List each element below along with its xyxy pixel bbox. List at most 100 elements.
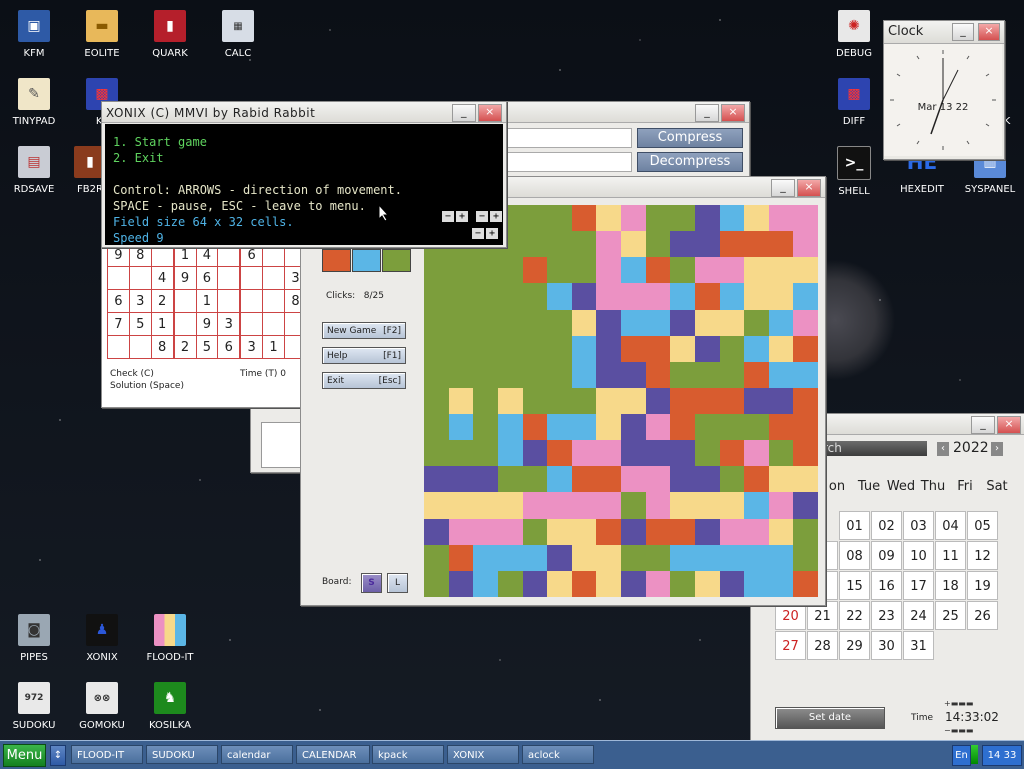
board-small-button[interactable]: S (361, 573, 382, 593)
palette-color-button[interactable] (322, 249, 351, 272)
desktop-icon-shell[interactable]: >_ SHELL (820, 146, 888, 197)
sudoku-cell[interactable]: 7 (107, 312, 130, 336)
desktop-icon-kosilka[interactable]: ♞ KOSILKA (136, 682, 204, 731)
sudoku-cell[interactable]: 3 (128, 289, 152, 313)
desktop-icon-gomoku[interactable]: ⊗⊗ GOMOKU (68, 682, 136, 731)
calendar-day[interactable]: 28 (807, 631, 838, 660)
sudoku-cell[interactable]: 8 (150, 335, 175, 359)
field-height-increase-icon[interactable]: + (490, 211, 502, 222)
calendar-day[interactable]: 10 (903, 541, 934, 570)
decompress-button[interactable]: Decompress (637, 152, 743, 172)
exit-button[interactable]: Exit [Esc] (322, 372, 406, 389)
sudoku-cell[interactable]: 5 (195, 335, 219, 359)
calendar-day[interactable]: 19 (967, 571, 998, 600)
close-icon[interactable]: × (978, 23, 1000, 41)
calendar-day[interactable]: 17 (903, 571, 934, 600)
sudoku-cell[interactable]: 3 (239, 335, 264, 359)
calendar-day[interactable]: 04 (935, 511, 966, 540)
year-next-icon[interactable]: › (991, 442, 1003, 456)
taskbar-task[interactable]: CALENDAR (296, 745, 370, 764)
sudoku-cell[interactable] (128, 266, 152, 290)
sudoku-cell[interactable] (173, 312, 197, 336)
speed-decrease-icon[interactable]: − (472, 228, 484, 239)
sudoku-cell[interactable]: 1 (262, 335, 285, 359)
set-date-button[interactable]: Set date (775, 707, 885, 729)
taskbar-clock[interactable]: 14 33 (982, 745, 1022, 766)
taskbar-task[interactable]: SUDOKU (146, 745, 218, 764)
calendar-day[interactable]: 29 (839, 631, 870, 660)
calendar-day[interactable]: 11 (935, 541, 966, 570)
calendar-day[interactable]: 23 (871, 601, 902, 630)
task-scroll-icon[interactable]: ↕ (50, 745, 66, 766)
sudoku-grid[interactable]: 9814649636321875193825631 (107, 243, 308, 359)
desktop-icon-pipes[interactable]: ◙ PIPES (0, 614, 68, 663)
menu-button[interactable]: Menu (3, 744, 46, 767)
source-path-input[interactable] (507, 128, 632, 148)
close-icon[interactable]: × (797, 179, 821, 197)
month-search-field[interactable]: rch (819, 441, 927, 456)
sudoku-cell[interactable] (262, 312, 285, 336)
compress-button[interactable]: Compress (637, 128, 743, 148)
minimize-icon[interactable]: _ (771, 179, 795, 197)
sudoku-cell[interactable]: 2 (150, 289, 175, 313)
sudoku-cell[interactable]: 2 (173, 335, 197, 359)
menu-exit[interactable]: 2. Exit (113, 150, 503, 166)
sudoku-cell[interactable] (262, 266, 285, 290)
calendar-day[interactable]: 27 (775, 631, 806, 660)
palette-color-button[interactable] (352, 249, 381, 272)
taskbar-task[interactable]: FLOOD-IT (71, 745, 143, 764)
minimize-icon[interactable]: _ (952, 23, 974, 41)
desktop-icon-kfm[interactable]: ▣ KFM (0, 10, 68, 59)
calendar-day[interactable]: 03 (903, 511, 934, 540)
minimize-icon[interactable]: _ (452, 104, 476, 122)
desktop-icon-tinypad[interactable]: ✎ TINYPAD (0, 78, 68, 127)
calendar-day[interactable]: 30 (871, 631, 902, 660)
field-height-decrease-icon[interactable]: − (476, 211, 488, 222)
calendar-day[interactable]: 02 (871, 511, 902, 540)
time-increase-icon[interactable]: +▬▬▬ (944, 699, 973, 708)
minimize-icon[interactable]: _ (971, 416, 995, 434)
calendar-day[interactable]: 18 (935, 571, 966, 600)
sudoku-cell[interactable]: 6 (217, 335, 242, 359)
language-indicator[interactable]: En (952, 745, 971, 766)
target-path-input[interactable] (507, 152, 632, 172)
calendar-day[interactable]: 12 (967, 541, 998, 570)
xonix-titlebar[interactable]: XONIX (C) MMVI by Rabid Rabbit _ × (102, 102, 506, 123)
calendar-day[interactable]: 09 (871, 541, 902, 570)
desktop-icon-quark[interactable]: ▮ QUARK (136, 10, 204, 59)
calendar-day[interactable]: 31 (903, 631, 934, 660)
sudoku-cell[interactable]: 6 (195, 266, 219, 290)
sudoku-cell[interactable]: 1 (195, 289, 219, 313)
sudoku-cell[interactable] (173, 289, 197, 313)
palette-color-button[interactable] (382, 249, 411, 272)
sudoku-cell[interactable]: 4 (150, 266, 175, 290)
desktop-icon-rdsave[interactable]: ▤ RDSAVE (0, 146, 68, 195)
sudoku-cell[interactable] (128, 335, 152, 359)
sudoku-cell[interactable] (239, 312, 264, 336)
time-decrease-icon[interactable]: −▬▬▬ (944, 726, 973, 735)
calendar-day[interactable]: 24 (903, 601, 934, 630)
close-icon[interactable]: × (721, 104, 745, 122)
calendar-day[interactable]: 16 (871, 571, 902, 600)
field-width-decrease-icon[interactable]: − (442, 211, 454, 222)
desktop-icon-calc[interactable]: ▦ CALC (204, 10, 272, 59)
sudoku-cell[interactable] (239, 289, 264, 313)
desktop-icon-sudoku[interactable]: 972 SUDOKU (0, 682, 68, 731)
taskbar-task[interactable]: kpack (372, 745, 444, 764)
sudoku-cell[interactable] (262, 289, 285, 313)
sudoku-cell[interactable]: 1 (150, 312, 175, 336)
sudoku-cell[interactable] (239, 266, 264, 290)
calendar-day[interactable]: 25 (935, 601, 966, 630)
desktop-icon-debug[interactable]: ✺ DEBUG (820, 10, 888, 59)
sudoku-cell[interactable] (107, 266, 130, 290)
desktop-icon-flood-it[interactable]: FLOOD-IT (136, 614, 204, 663)
calendar-day[interactable]: 05 (967, 511, 998, 540)
minimize-icon[interactable]: _ (695, 104, 719, 122)
sudoku-cell[interactable]: 9 (195, 312, 219, 336)
sudoku-cell[interactable] (217, 289, 242, 313)
new-game-button[interactable]: New Game [F2] (322, 322, 406, 339)
calendar-day[interactable]: 01 (839, 511, 870, 540)
sudoku-cell[interactable]: 9 (173, 266, 197, 290)
speed-increase-icon[interactable]: + (486, 228, 498, 239)
help-button[interactable]: Help [F1] (322, 347, 406, 364)
